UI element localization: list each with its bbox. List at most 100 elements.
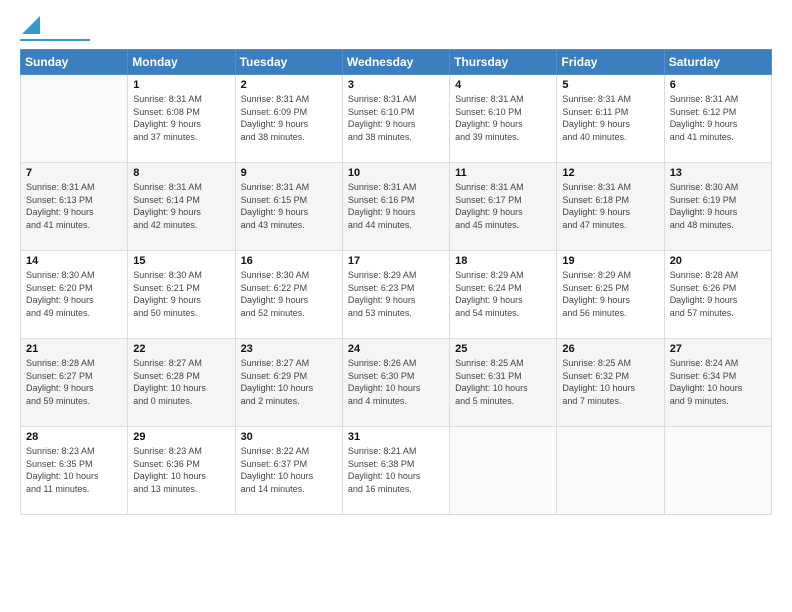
day-info: Sunrise: 8:31 AMSunset: 6:18 PMDaylight:… <box>562 181 658 231</box>
day-number: 25 <box>455 343 551 355</box>
calendar-cell <box>21 75 128 163</box>
col-header-saturday: Saturday <box>664 50 771 75</box>
day-number: 9 <box>241 167 337 179</box>
day-info: Sunrise: 8:28 AMSunset: 6:26 PMDaylight:… <box>670 269 766 319</box>
day-info: Sunrise: 8:29 AMSunset: 6:23 PMDaylight:… <box>348 269 444 319</box>
day-info: Sunrise: 8:21 AMSunset: 6:38 PMDaylight:… <box>348 445 444 495</box>
day-info: Sunrise: 8:29 AMSunset: 6:24 PMDaylight:… <box>455 269 551 319</box>
day-number: 21 <box>26 343 122 355</box>
day-info: Sunrise: 8:31 AMSunset: 6:15 PMDaylight:… <box>241 181 337 231</box>
day-number: 30 <box>241 431 337 443</box>
day-number: 15 <box>133 255 229 267</box>
calendar-cell: 17 Sunrise: 8:29 AMSunset: 6:23 PMDayligh… <box>342 251 449 339</box>
day-number: 27 <box>670 343 766 355</box>
day-number: 11 <box>455 167 551 179</box>
calendar-cell: 30Sunrise: 8:22 AMSunset: 6:37 PMDayligh… <box>235 427 342 515</box>
day-info: Sunrise: 8:31 AMSunset: 6:09 PMDaylight:… <box>241 93 337 143</box>
calendar-cell: 4 Sunrise: 8:31 AMSunset: 6:10 PMDaylight… <box>450 75 557 163</box>
calendar-week-row: 21 Sunrise: 8:28 AMSunset: 6:27 PMDayligh… <box>21 339 772 427</box>
day-info: Sunrise: 8:29 AMSunset: 6:25 PMDaylight:… <box>562 269 658 319</box>
col-header-monday: Monday <box>128 50 235 75</box>
day-info: Sunrise: 8:26 AMSunset: 6:30 PMDaylight:… <box>348 357 444 407</box>
day-info: Sunrise: 8:25 AMSunset: 6:31 PMDaylight:… <box>455 357 551 407</box>
day-number: 7 <box>26 167 122 179</box>
col-header-friday: Friday <box>557 50 664 75</box>
day-number: 4 <box>455 79 551 91</box>
calendar-cell: 5Sunrise: 8:31 AMSunset: 6:11 PMDaylight… <box>557 75 664 163</box>
calendar-cell: 3 Sunrise: 8:31 AMSunset: 6:10 PMDaylight… <box>342 75 449 163</box>
calendar-cell: 21 Sunrise: 8:28 AMSunset: 6:27 PMDayligh… <box>21 339 128 427</box>
day-number: 18 <box>455 255 551 267</box>
calendar-cell: 31 Sunrise: 8:21 AMSunset: 6:38 PMDayligh… <box>342 427 449 515</box>
day-info: Sunrise: 8:31 AMSunset: 6:11 PMDaylight:… <box>562 93 658 143</box>
day-number: 12 <box>562 167 658 179</box>
day-number: 10 <box>348 167 444 179</box>
calendar-cell <box>450 427 557 515</box>
page: SundayMondayTuesdayWednesdayThursdayFrid… <box>0 0 792 612</box>
calendar-cell <box>664 427 771 515</box>
col-header-thursday: Thursday <box>450 50 557 75</box>
day-info: Sunrise: 8:31 AMSunset: 6:12 PMDaylight:… <box>670 93 766 143</box>
day-info: Sunrise: 8:27 AMSunset: 6:28 PMDaylight:… <box>133 357 229 407</box>
calendar-cell: 14Sunrise: 8:30 AMSunset: 6:20 PMDayligh… <box>21 251 128 339</box>
col-header-sunday: Sunday <box>21 50 128 75</box>
calendar-cell: 26 Sunrise: 8:25 AMSunset: 6:32 PMDayligh… <box>557 339 664 427</box>
calendar-week-row: 7 Sunrise: 8:31 AMSunset: 6:13 PMDaylight… <box>21 163 772 251</box>
day-number: 23 <box>241 343 337 355</box>
day-number: 6 <box>670 79 766 91</box>
day-info: Sunrise: 8:23 AMSunset: 6:36 PMDaylight:… <box>133 445 229 495</box>
day-number: 22 <box>133 343 229 355</box>
calendar-cell: 28Sunrise: 8:23 AMSunset: 6:35 PMDayligh… <box>21 427 128 515</box>
calendar-cell: 20 Sunrise: 8:28 AMSunset: 6:26 PMDayligh… <box>664 251 771 339</box>
calendar-cell: 11 Sunrise: 8:31 AMSunset: 6:17 PMDayligh… <box>450 163 557 251</box>
day-info: Sunrise: 8:28 AMSunset: 6:27 PMDaylight:… <box>26 357 122 407</box>
calendar-cell: 9 Sunrise: 8:31 AMSunset: 6:15 PMDaylight… <box>235 163 342 251</box>
calendar-cell: 27 Sunrise: 8:24 AMSunset: 6:34 PMDayligh… <box>664 339 771 427</box>
day-info: Sunrise: 8:31 AMSunset: 6:10 PMDaylight:… <box>348 93 444 143</box>
calendar-cell: 7 Sunrise: 8:31 AMSunset: 6:13 PMDaylight… <box>21 163 128 251</box>
calendar-table: SundayMondayTuesdayWednesdayThursdayFrid… <box>20 49 772 515</box>
calendar-cell: 23 Sunrise: 8:27 AMSunset: 6:29 PMDayligh… <box>235 339 342 427</box>
calendar-header-row: SundayMondayTuesdayWednesdayThursdayFrid… <box>21 50 772 75</box>
day-info: Sunrise: 8:31 AMSunset: 6:13 PMDaylight:… <box>26 181 122 231</box>
day-number: 20 <box>670 255 766 267</box>
logo-underline <box>20 39 90 41</box>
day-number: 16 <box>241 255 337 267</box>
day-number: 19 <box>562 255 658 267</box>
calendar-cell: 24 Sunrise: 8:26 AMSunset: 6:30 PMDayligh… <box>342 339 449 427</box>
day-info: Sunrise: 8:30 AMSunset: 6:22 PMDaylight:… <box>241 269 337 319</box>
col-header-wednesday: Wednesday <box>342 50 449 75</box>
calendar-week-row: 28Sunrise: 8:23 AMSunset: 6:35 PMDayligh… <box>21 427 772 515</box>
day-number: 26 <box>562 343 658 355</box>
calendar-cell: 16 Sunrise: 8:30 AMSunset: 6:22 PMDayligh… <box>235 251 342 339</box>
calendar-week-row: 1Sunrise: 8:31 AMSunset: 6:08 PMDaylight… <box>21 75 772 163</box>
calendar-cell: 1Sunrise: 8:31 AMSunset: 6:08 PMDaylight… <box>128 75 235 163</box>
day-info: Sunrise: 8:31 AMSunset: 6:16 PMDaylight:… <box>348 181 444 231</box>
day-number: 24 <box>348 343 444 355</box>
day-info: Sunrise: 8:24 AMSunset: 6:34 PMDaylight:… <box>670 357 766 407</box>
day-number: 31 <box>348 431 444 443</box>
calendar-cell: 6 Sunrise: 8:31 AMSunset: 6:12 PMDaylight… <box>664 75 771 163</box>
calendar-cell: 22 Sunrise: 8:27 AMSunset: 6:28 PMDayligh… <box>128 339 235 427</box>
calendar-cell: 19 Sunrise: 8:29 AMSunset: 6:25 PMDayligh… <box>557 251 664 339</box>
day-number: 3 <box>348 79 444 91</box>
day-info: Sunrise: 8:31 AMSunset: 6:14 PMDaylight:… <box>133 181 229 231</box>
calendar-cell <box>557 427 664 515</box>
day-number: 2 <box>241 79 337 91</box>
calendar-cell: 2 Sunrise: 8:31 AMSunset: 6:09 PMDaylight… <box>235 75 342 163</box>
day-info: Sunrise: 8:27 AMSunset: 6:29 PMDaylight:… <box>241 357 337 407</box>
calendar-week-row: 14Sunrise: 8:30 AMSunset: 6:20 PMDayligh… <box>21 251 772 339</box>
day-number: 17 <box>348 255 444 267</box>
calendar-cell: 25 Sunrise: 8:25 AMSunset: 6:31 PMDayligh… <box>450 339 557 427</box>
day-info: Sunrise: 8:30 AMSunset: 6:20 PMDaylight:… <box>26 269 122 319</box>
calendar-cell: 15 Sunrise: 8:30 AMSunset: 6:21 PMDayligh… <box>128 251 235 339</box>
calendar-cell: 13Sunrise: 8:30 AMSunset: 6:19 PMDayligh… <box>664 163 771 251</box>
calendar-cell: 18 Sunrise: 8:29 AMSunset: 6:24 PMDayligh… <box>450 251 557 339</box>
col-header-tuesday: Tuesday <box>235 50 342 75</box>
day-info: Sunrise: 8:25 AMSunset: 6:32 PMDaylight:… <box>562 357 658 407</box>
day-number: 28 <box>26 431 122 443</box>
day-info: Sunrise: 8:31 AMSunset: 6:17 PMDaylight:… <box>455 181 551 231</box>
day-info: Sunrise: 8:30 AMSunset: 6:21 PMDaylight:… <box>133 269 229 319</box>
calendar-cell: 29Sunrise: 8:23 AMSunset: 6:36 PMDayligh… <box>128 427 235 515</box>
day-info: Sunrise: 8:31 AMSunset: 6:10 PMDaylight:… <box>455 93 551 143</box>
